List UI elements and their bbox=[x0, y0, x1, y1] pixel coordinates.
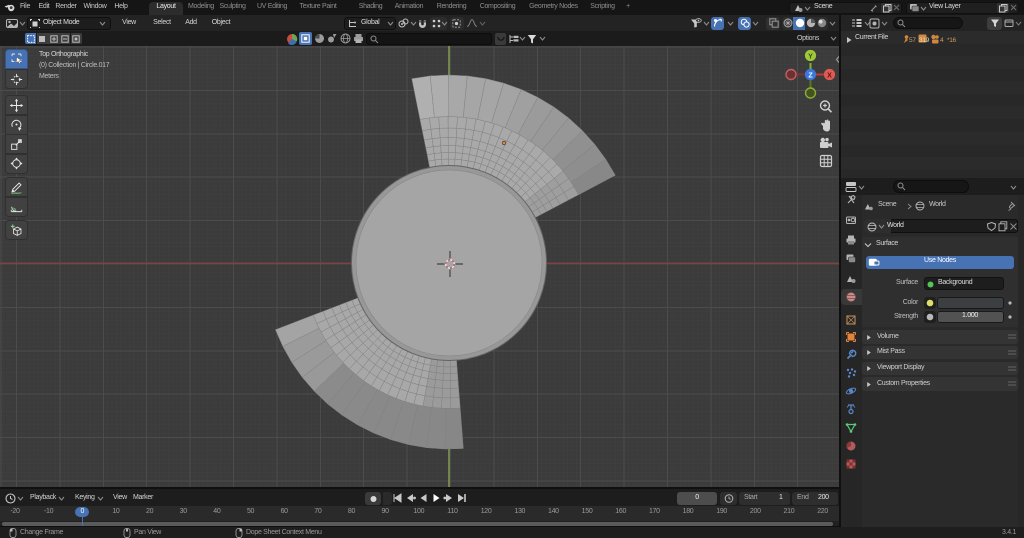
svg-text:Z: Z bbox=[808, 72, 813, 79]
svg-text:X: X bbox=[827, 72, 832, 79]
svg-text:Y: Y bbox=[808, 53, 813, 60]
